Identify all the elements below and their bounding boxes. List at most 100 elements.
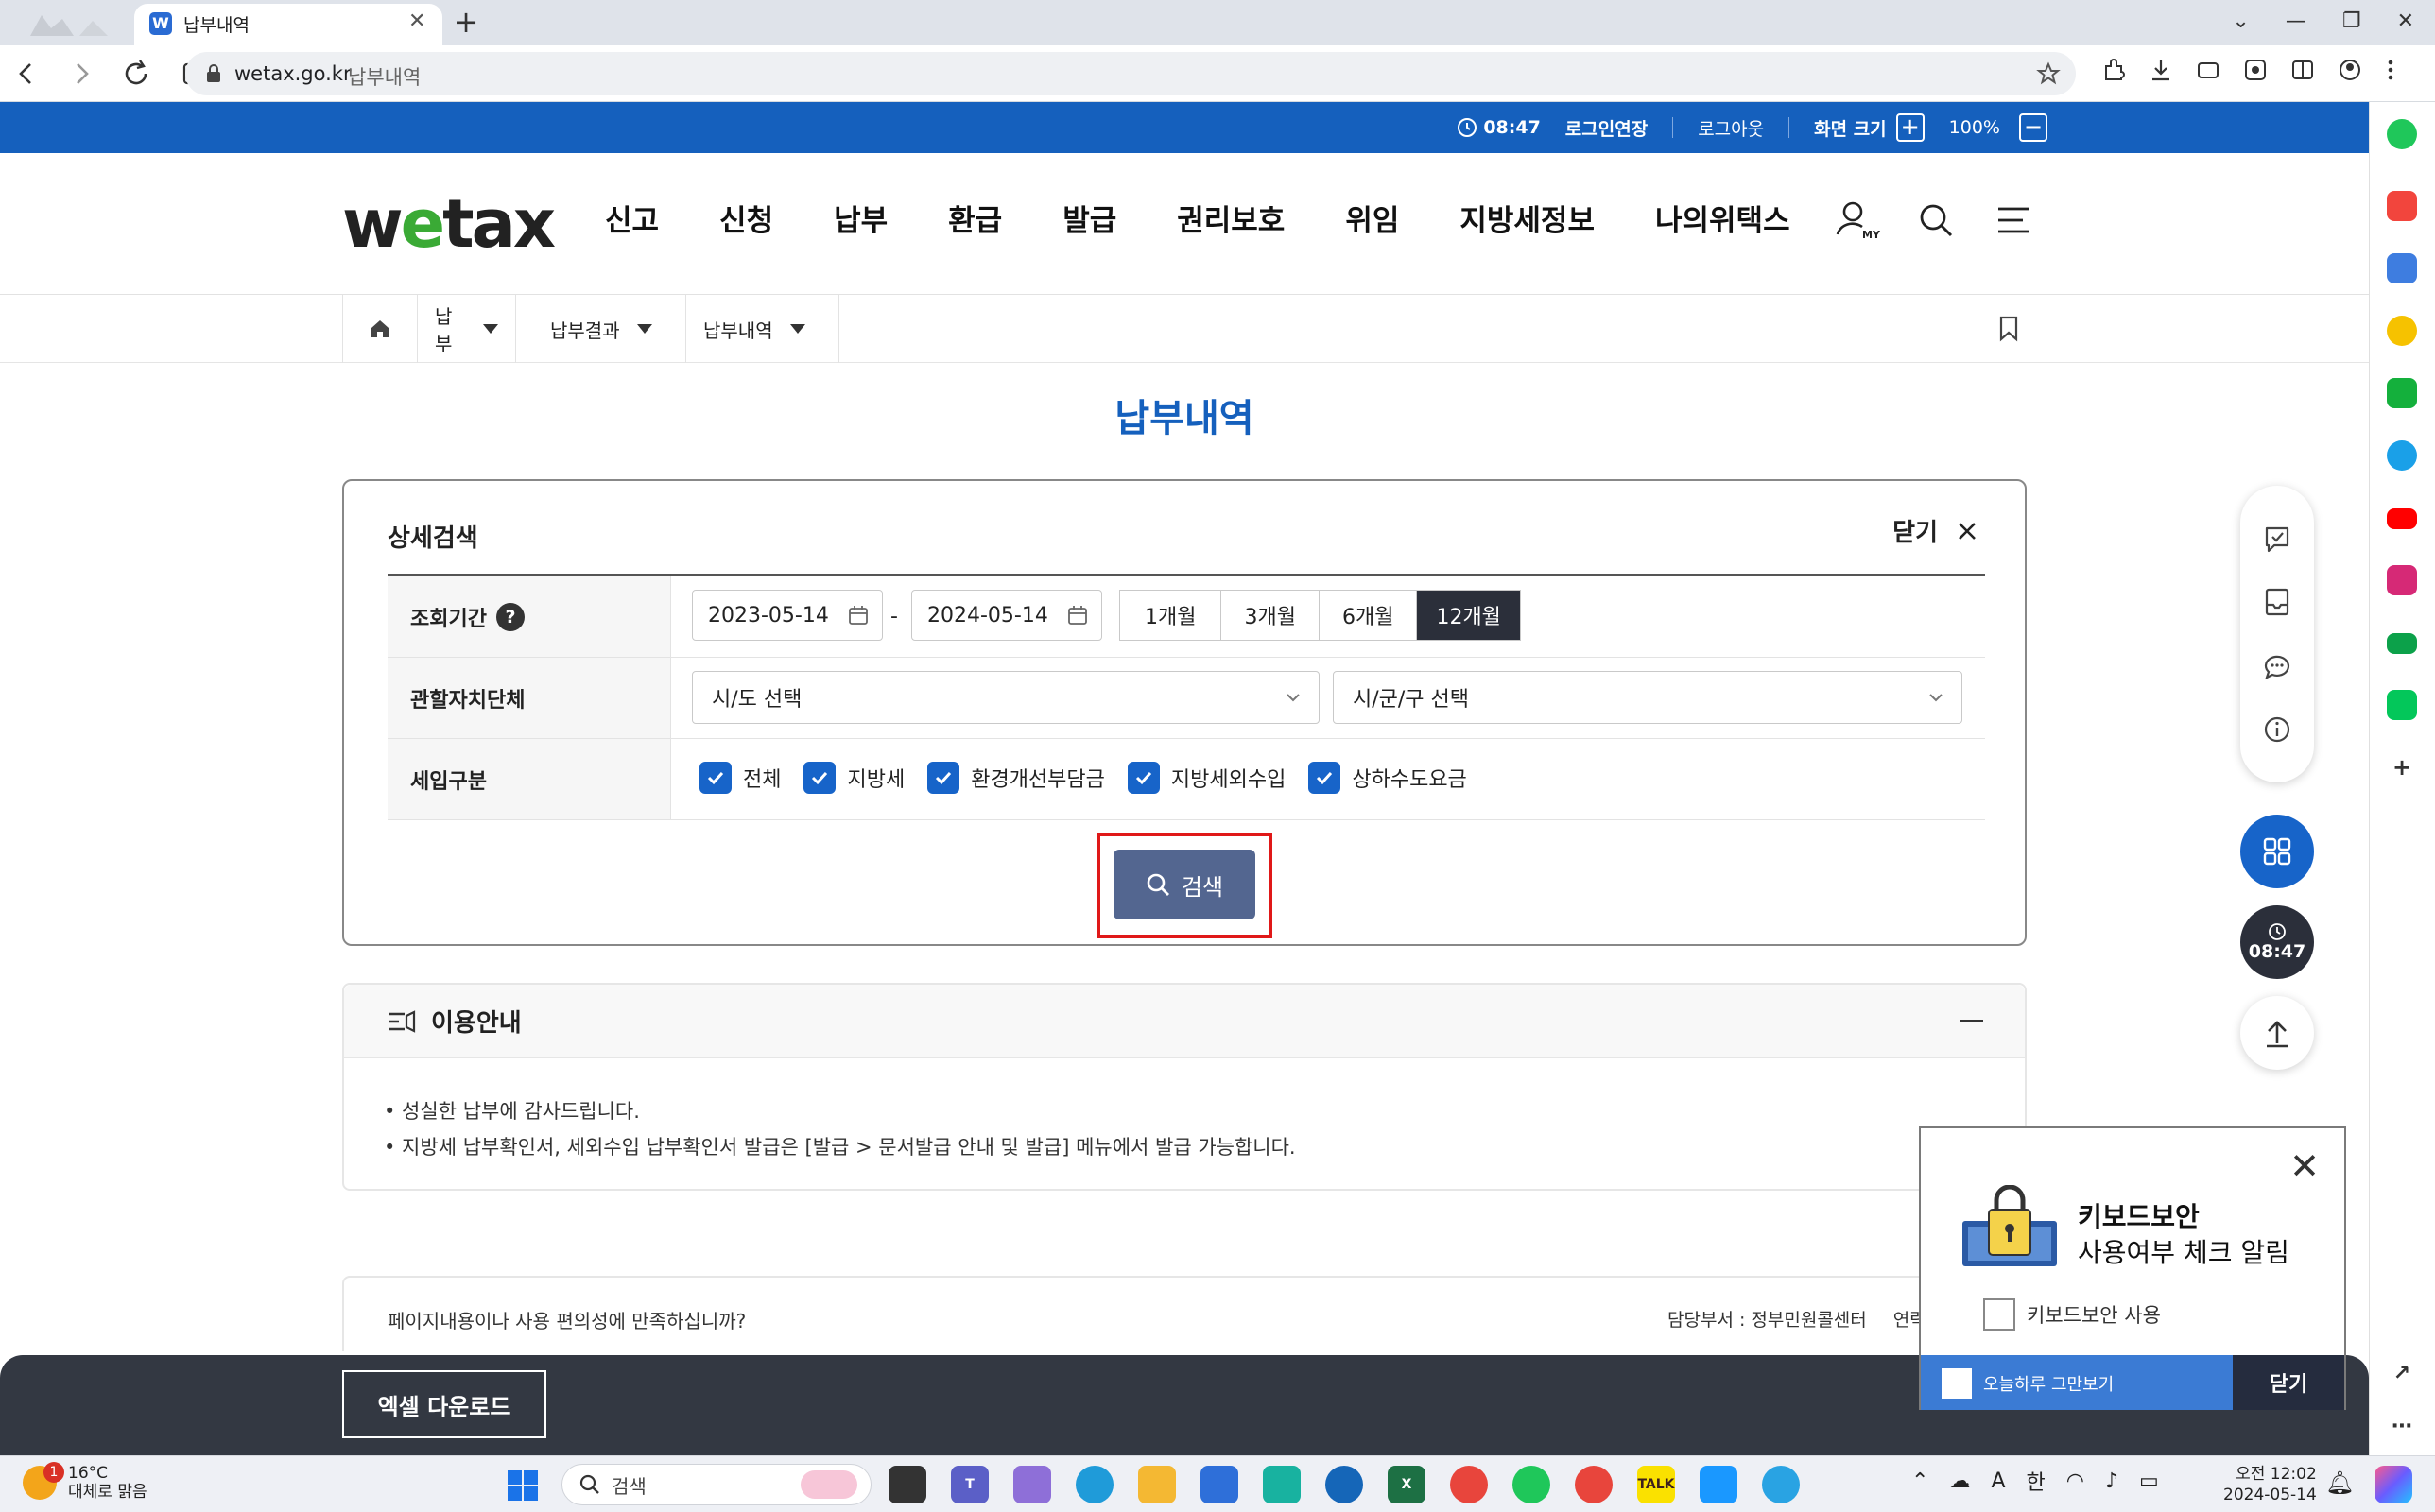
favorite-star-icon[interactable]	[2036, 61, 2061, 86]
kakaotalk-icon[interactable]: TALK	[1637, 1466, 1675, 1503]
chrome-profile-icon[interactable]	[1575, 1466, 1613, 1503]
add-sidebar-plus-icon[interactable]: +	[2387, 752, 2417, 782]
split-view-icon[interactable]	[2289, 57, 2316, 83]
minimize-icon[interactable]: —	[2286, 9, 2306, 33]
more-vertical-icon[interactable]	[2384, 57, 2397, 83]
capture-icon[interactable]	[2195, 57, 2221, 83]
volume-icon[interactable]: ♪	[2105, 1469, 2118, 1493]
url-field[interactable]: wetax.go.kr 납부내역	[185, 52, 2076, 95]
paint-app-icon[interactable]	[1762, 1466, 1800, 1503]
restore-icon[interactable]: ❐	[2342, 9, 2361, 33]
search-icon[interactable]	[1917, 201, 1955, 239]
date-from-input[interactable]: 2023-05-14	[692, 590, 883, 641]
date-to-input[interactable]: 2024-05-14	[911, 590, 1102, 641]
checkbox-environment-charge[interactable]: 환경개선부담금	[927, 762, 1105, 794]
prime-video-icon[interactable]	[1700, 1466, 1737, 1503]
calendar-icon[interactable]	[1067, 605, 1088, 626]
checkbox-checked-icon[interactable]	[803, 762, 837, 794]
popup-close-button[interactable]: 닫기	[2233, 1355, 2344, 1410]
screenshot-icon[interactable]	[2242, 57, 2269, 83]
range-1-month-button[interactable]: 1개월	[1120, 591, 1222, 640]
wetax-logo[interactable]: wetax	[342, 185, 556, 263]
my-page-button[interactable]: MY	[1834, 198, 1880, 242]
reload-icon[interactable]	[123, 55, 151, 93]
breadcrumb-item-history[interactable]: 납부내역	[686, 295, 839, 363]
edge-icon[interactable]	[1076, 1466, 1114, 1503]
external-link-icon[interactable]: ↗	[2387, 1359, 2417, 1389]
naver-cafe-icon[interactable]	[2387, 690, 2417, 720]
checkbox-water-fee[interactable]: 상하수도요금	[1308, 762, 1467, 794]
calendar-icon[interactable]	[848, 605, 869, 626]
profile-icon[interactable]	[2337, 57, 2363, 83]
nav-report[interactable]: 신고	[605, 197, 659, 239]
forward-arrow-icon[interactable]	[68, 55, 95, 93]
excel-download-button[interactable]: 엑셀 다운로드	[342, 1370, 546, 1438]
sync-app-icon[interactable]	[1263, 1466, 1301, 1503]
inbox-icon[interactable]	[2261, 586, 2293, 618]
nav-issue[interactable]: 발급	[1062, 197, 1116, 239]
checkbox-non-tax-revenue[interactable]: 지방세외수입	[1127, 762, 1286, 794]
edge-app-icon[interactable]	[2387, 440, 2417, 471]
checkbox-unchecked-icon[interactable]	[1942, 1368, 1972, 1399]
checkbox-checked-icon[interactable]	[927, 762, 960, 794]
panel-close-button[interactable]: 닫기	[1892, 513, 1977, 548]
new-tab-plus-icon[interactable]: +	[448, 4, 484, 40]
star-app-icon[interactable]	[2387, 316, 2417, 346]
search-button[interactable]: 검색	[1114, 850, 1255, 919]
quick-grid-button[interactable]	[2240, 815, 2314, 888]
sigungu-select[interactable]: 시/군/구 선택	[1333, 671, 1962, 724]
chat-bubble-icon[interactable]	[2261, 650, 2293, 682]
teams-icon[interactable]: T	[951, 1466, 989, 1503]
nav-tax-info[interactable]: 지방세정보	[1459, 197, 1595, 239]
file-explorer-icon[interactable]	[1138, 1466, 1176, 1503]
logout-button[interactable]: 로그아웃	[1698, 115, 1764, 141]
extend-login-button[interactable]: 로그인연장	[1565, 115, 1648, 141]
tray-chevron-up-icon[interactable]: ⌃	[1911, 1469, 1928, 1493]
keyboard-security-checkbox[interactable]: 키보드보안 사용	[1983, 1298, 2161, 1331]
ime-language[interactable]: 한	[2027, 1466, 2046, 1496]
task-view-icon[interactable]	[889, 1466, 926, 1503]
nav-my-wetax[interactable]: 나의위택스	[1655, 197, 1790, 239]
wifi-icon[interactable]: ◠	[2066, 1469, 2084, 1493]
bookmark-icon[interactable]	[1998, 316, 2019, 342]
chat-check-icon[interactable]	[2261, 523, 2293, 555]
taskbar-search-box[interactable]: 검색	[561, 1464, 872, 1505]
zoom-in-button[interactable]: +	[1895, 113, 1925, 142]
nav-apply[interactable]: 신청	[719, 197, 773, 239]
weather-widget[interactable]: 1 16°C 대체로 맑음	[23, 1462, 147, 1502]
nav-delegate[interactable]: 위임	[1345, 197, 1399, 239]
stock-chart-icon[interactable]	[2387, 633, 2417, 654]
browser-tab-active[interactable]: W 납부내역 ✕	[134, 4, 442, 45]
checkbox-all[interactable]: 전체	[699, 762, 781, 794]
webtoon-icon[interactable]	[2387, 378, 2417, 408]
session-timer-button[interactable]: 08:47	[2240, 905, 2314, 979]
range-3-month-button[interactable]: 3개월	[1221, 591, 1320, 640]
naver-whale-icon[interactable]	[2387, 119, 2417, 149]
zoom-out-button[interactable]: −	[2019, 113, 2047, 142]
microsoft-store-icon[interactable]	[1200, 1466, 1238, 1503]
windows-start-icon[interactable]	[507, 1469, 539, 1502]
excel-icon[interactable]: X	[1388, 1466, 1425, 1503]
system-clock[interactable]: 오전 12:02 2024-05-14	[2223, 1464, 2317, 1505]
checkbox-unchecked-icon[interactable]	[1983, 1298, 2015, 1331]
nav-pay[interactable]: 납부	[834, 197, 888, 239]
nav-rights[interactable]: 권리보호	[1177, 197, 1285, 239]
usage-info-header[interactable]: 이용안내	[344, 985, 2025, 1058]
battery-icon[interactable]: ▭	[2139, 1469, 2159, 1493]
circle-app-icon[interactable]	[1325, 1466, 1363, 1503]
scroll-top-button[interactable]	[2240, 996, 2314, 1070]
calendar-icon[interactable]	[2387, 253, 2417, 284]
breadcrumb-item-pay[interactable]: 납부	[418, 295, 516, 363]
notification-bell-icon[interactable]: 🔔︎	[2325, 1469, 2354, 1496]
help-icon[interactable]: ?	[495, 602, 525, 631]
font-icon[interactable]: A	[1991, 1469, 2005, 1493]
whale-browser-icon[interactable]	[1512, 1466, 1550, 1503]
breadcrumb-home[interactable]	[342, 295, 418, 363]
checkbox-checked-icon[interactable]	[1308, 762, 1341, 794]
range-12-month-button[interactable]: 12개월	[1417, 591, 1520, 640]
sido-select[interactable]: 시/도 선택	[692, 671, 1320, 724]
breadcrumb-item-result[interactable]: 납부결과	[533, 295, 686, 363]
info-icon[interactable]	[2261, 713, 2293, 746]
popup-close-icon[interactable]: ✕	[2289, 1145, 2320, 1187]
download-icon[interactable]	[2148, 57, 2174, 83]
